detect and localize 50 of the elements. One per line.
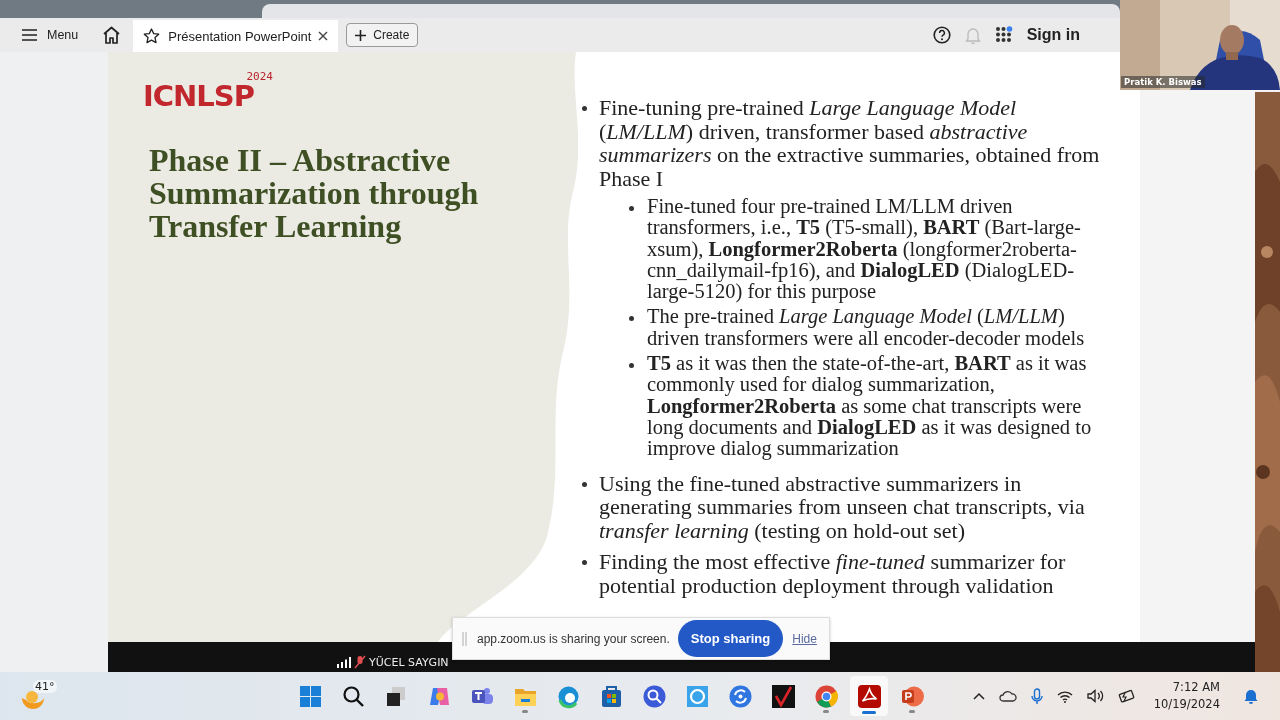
clock-date[interactable]: 10/19/2024 (1153, 696, 1220, 713)
bullet-icon (582, 106, 587, 111)
plus-icon (355, 29, 367, 41)
browser-tab[interactable]: Présentation PowerPoint (133, 20, 339, 52)
browser-circle-icon (813, 683, 839, 709)
stop-sharing-button[interactable]: Stop sharing (677, 620, 784, 657)
bullet-icon (629, 363, 634, 369)
ring-icon (684, 683, 710, 709)
search-icon (340, 683, 366, 709)
star-icon[interactable] (143, 28, 161, 44)
bullet-text: Using the fine-tuned abstractive summarizers in generating summaries from unseen chat transcripts, via transfer learning (testing on hold-out set) (599, 471, 1086, 543)
menu-icon (22, 29, 37, 41)
menu-button[interactable]: Menu (22, 28, 79, 42)
cloud-icon[interactable] (998, 690, 1017, 702)
slide-title: Phase II – Abstractive Summarization through Transfer Learning (149, 144, 480, 243)
windows-logo-icon (297, 683, 323, 709)
microphone-icon[interactable] (1030, 687, 1043, 705)
wifi-icon[interactable] (1056, 689, 1073, 703)
tab-title: Présentation PowerPoint (168, 28, 312, 44)
bullet-icon (582, 481, 587, 487)
chevron-up-icon[interactable] (972, 692, 985, 700)
bullet-text: Finding the most effective fine-tuned summarizer for potential production deployment through validation (599, 550, 1067, 598)
signal-icon (337, 656, 351, 668)
participant-name: YÜCEL SAYGIN (369, 655, 449, 669)
apps-grid-icon[interactable] (994, 26, 1013, 44)
magnifier-circle-icon (641, 683, 667, 709)
create-button[interactable]: Create (346, 23, 419, 47)
temperature: 41° (33, 680, 57, 693)
bullet-icon (629, 206, 634, 211)
sharing-message: app.zoom.us is sharing your screen. (477, 631, 670, 646)
bullet-icon (629, 316, 634, 322)
bell-icon[interactable] (1244, 688, 1258, 704)
muted-microphone-icon (354, 655, 366, 669)
hide-link[interactable]: Hide (792, 631, 817, 646)
speaker-icon[interactable] (1086, 689, 1104, 703)
pdf-icon (856, 683, 882, 709)
home-icon[interactable] (102, 26, 122, 44)
battery-icon[interactable] (1117, 689, 1136, 703)
bullet-text: T5 as it was then the state-of-the-art, BART as it was commonly used for dialog summarization, Longformer2Roberta as some chat transcripts were long documents and DialogLED as it was designed to improve dialog summarization (647, 353, 1093, 460)
help-icon[interactable] (932, 26, 951, 44)
clock-time[interactable]: 7:12 AM (1172, 679, 1220, 696)
bullet-icon (582, 560, 587, 566)
sync-icon (727, 683, 753, 709)
bullet-text: Fine-tuning pre-trained Large Language Model (LM/LLM) driven, transformer based abstractive summarizers on the extractive summaries, obtained from Phase I (599, 96, 1101, 190)
taskbar-app[interactable] (850, 676, 888, 716)
check-mark-icon (770, 683, 796, 709)
bullet-text: Fine-tuned four pre-trained LM/LLM driven transformers, i.e., T5 (T5-small), BART (Bart-large-xsum), Longformer2Roberta (longformer2roberta-cnn_dailymail-fp16), and DialogLED (DialogLED-large-5120) for this purpose (647, 196, 1082, 303)
drag-handle-icon[interactable] (462, 631, 467, 646)
sign-in-button[interactable]: Sign in (1026, 26, 1080, 44)
close-icon[interactable] (318, 31, 329, 41)
